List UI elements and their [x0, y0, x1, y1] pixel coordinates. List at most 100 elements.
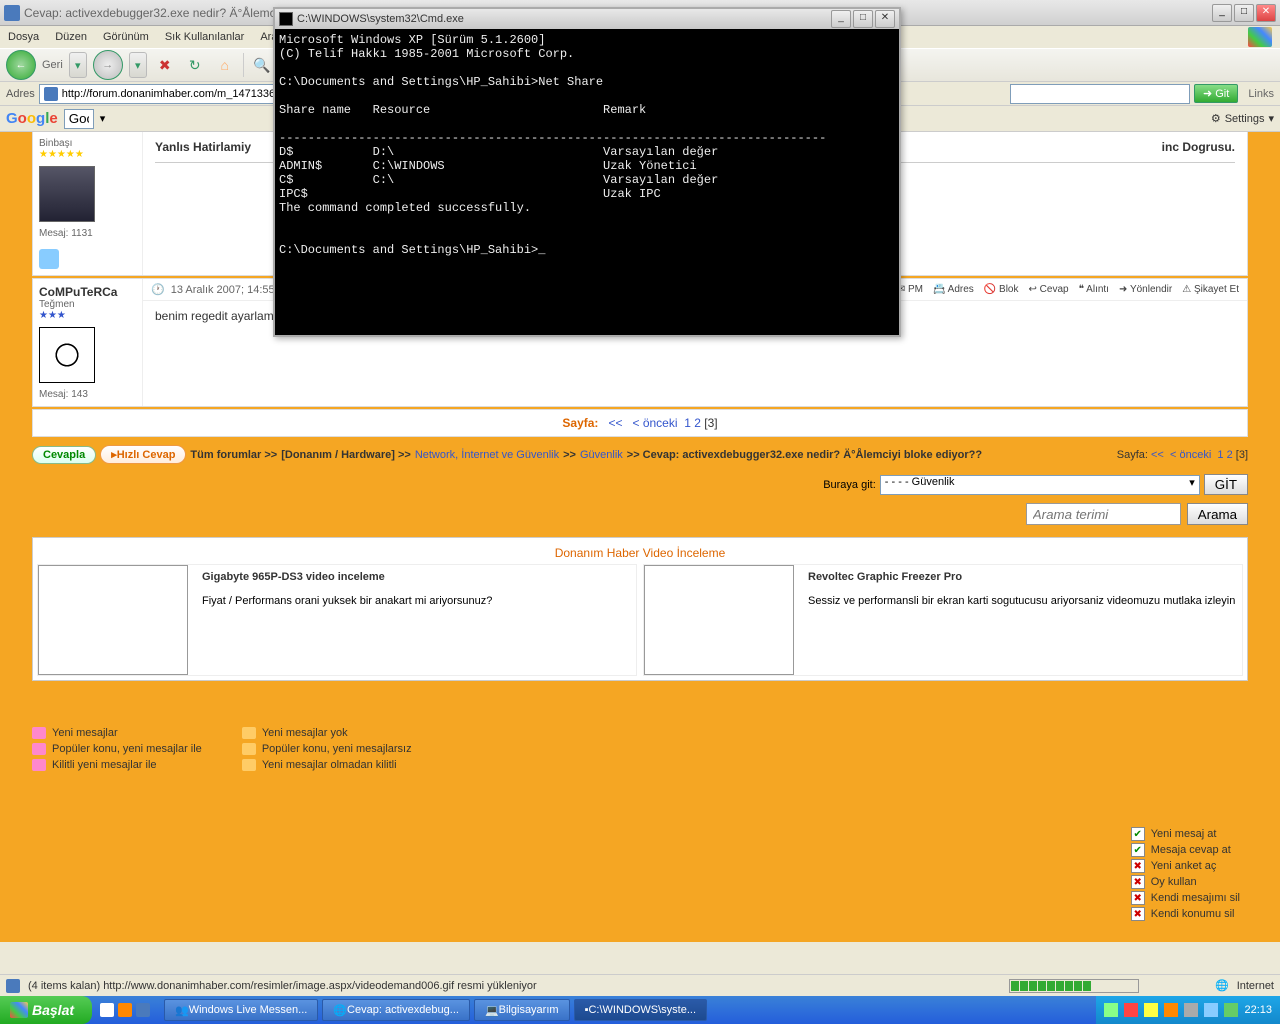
x-icon: ✖	[1131, 859, 1145, 873]
bc-hardware[interactable]: [Donanım / Hardware] >>	[281, 449, 411, 461]
status-bar: (4 items kalan) http://www.donanimhaber.…	[0, 974, 1280, 996]
tray-icon[interactable]	[1124, 1003, 1138, 1017]
menu-file[interactable]: Dosya	[8, 31, 39, 43]
settings-button[interactable]: ⚙ Settings ▾	[1211, 112, 1274, 125]
permissions-box: ✔Yeni mesaj at ✔Mesaja cevap at ✖Yeni an…	[1131, 826, 1240, 922]
links-label[interactable]: Links	[1248, 88, 1274, 100]
quick-reply-button[interactable]: ▸Hızlı Cevap	[100, 445, 186, 464]
cmd-title-text: C:\WINDOWS\system32\Cmd.exe	[297, 13, 831, 25]
x-icon: ✖	[1131, 891, 1145, 905]
legend-label: Kilitli yeni mesajlar ile	[52, 759, 157, 771]
windows-flag-icon	[10, 1002, 28, 1018]
search-row: Arama	[0, 499, 1280, 529]
quote-button[interactable]: ❝ Alıntı	[1079, 284, 1109, 295]
adres-button[interactable]: 📇 Adres	[933, 284, 974, 295]
pager-label: Sayfa:	[562, 416, 598, 430]
forward-button[interactable]: ➜ Yönlendir	[1119, 284, 1172, 295]
google-drop-icon[interactable]: ▾	[100, 112, 106, 125]
cmd-output[interactable]: Microsoft Windows XP [Sürüm 5.1.2600] (C…	[275, 29, 899, 335]
stop-icon[interactable]: ✖	[153, 53, 177, 77]
taskbar-item-cmd[interactable]: ▪ C:\WINDOWS\syste...	[574, 999, 707, 1021]
taskbar-item-ie[interactable]: 🌐 Cevap: activexdebug...	[322, 999, 470, 1021]
pager-first-2[interactable]: <<	[1151, 449, 1164, 461]
tray-icon[interactable]	[1104, 1003, 1118, 1017]
user-rank: Binbaşı	[39, 138, 136, 149]
back-dropdown[interactable]: ▾	[69, 52, 87, 78]
clock[interactable]: 22:13	[1244, 1004, 1272, 1016]
menu-favorites[interactable]: Sık Kullanılanlar	[165, 31, 245, 43]
quicklaunch-icon[interactable]	[100, 1003, 114, 1017]
legend: Yeni mesajlar Popüler konu, yeni mesajla…	[0, 721, 1280, 777]
quicklaunch-icon[interactable]	[118, 1003, 132, 1017]
report-button[interactable]: ⚠ Şikayet Et	[1182, 284, 1239, 295]
video-item-title: Gigabyte 965P-DS3 video inceleme	[202, 571, 630, 583]
google-prefix[interactable]	[64, 109, 94, 129]
maximize-button[interactable]: □	[1234, 4, 1254, 22]
cmd-close-button[interactable]: ✕	[875, 10, 895, 28]
pager-page-2[interactable]: 2	[694, 416, 701, 430]
quicklaunch-icon[interactable]	[136, 1003, 150, 1017]
legend-label: Popüler konu, yeni mesajlar ile	[52, 743, 202, 755]
goto-select[interactable]: - - - - Güvenlik▾	[880, 475, 1200, 495]
video-thumb	[644, 565, 794, 675]
pager-page-1[interactable]: 1	[684, 416, 691, 430]
post-text-left: Yanlıs Hatirlamiy	[155, 140, 251, 154]
tray-volume-icon[interactable]	[1184, 1003, 1198, 1017]
goto-button[interactable]: GİT	[1204, 474, 1248, 495]
tray-icon[interactable]	[1224, 1003, 1238, 1017]
post-text-right: inc Dogrusu.	[1162, 140, 1235, 154]
video-item[interactable]: Revoltec Graphic Freezer Pro Sessiz ve p…	[643, 564, 1243, 676]
block-button[interactable]: 🚫 Blok	[984, 284, 1019, 295]
pager-first[interactable]: <<	[608, 416, 622, 430]
bc-network[interactable]: Network, İnternet ve Güvenlik	[415, 449, 559, 461]
cmd-window[interactable]: C:\WINDOWS\system32\Cmd.exe _ □ ✕ Micros…	[273, 7, 901, 337]
cmd-minimize-button[interactable]: _	[831, 10, 851, 28]
tray-icon[interactable]	[1164, 1003, 1178, 1017]
folder-icon	[242, 727, 256, 739]
cmd-titlebar[interactable]: C:\WINDOWS\system32\Cmd.exe _ □ ✕	[275, 9, 899, 29]
address-dropdown[interactable]	[1010, 84, 1190, 104]
pager2-2[interactable]: 2	[1227, 449, 1233, 461]
search-input[interactable]	[1026, 503, 1181, 525]
forward-button[interactable]: →	[93, 50, 123, 80]
legend-label: Yeni mesajlar olmadan kilitli	[262, 759, 397, 771]
tray-icon[interactable]	[1204, 1003, 1218, 1017]
forward-dropdown[interactable]: ▾	[129, 52, 147, 78]
post-user-panel: CoMPuTeRCa Teğmen ★★★ Mesaj: 143	[33, 279, 143, 406]
breadcrumb: Cevapla ▸Hızlı Cevap Tüm forumlar >> [Do…	[0, 439, 1280, 470]
bc-all[interactable]: Tüm forumlar >>	[190, 449, 277, 461]
user-name[interactable]: CoMPuTeRCa	[39, 285, 136, 299]
video-item[interactable]: Gigabyte 965P-DS3 video inceleme Fiyat /…	[37, 564, 637, 676]
close-button[interactable]: ✕	[1256, 4, 1276, 22]
pager-label-2: Sayfa:	[1117, 449, 1148, 461]
pager-prev-2[interactable]: < önceki	[1170, 449, 1211, 461]
menu-view[interactable]: Görünüm	[103, 31, 149, 43]
back-label: Geri	[42, 59, 63, 71]
legend-label: Popüler konu, yeni mesajlarsız	[262, 743, 412, 755]
search-icon[interactable]: 🔍	[250, 53, 274, 77]
tray-icon[interactable]	[1144, 1003, 1158, 1017]
taskbar-item-msn[interactable]: 👥 Windows Live Messen...	[164, 999, 318, 1021]
windows-logo-icon	[1248, 27, 1272, 47]
pager-prev[interactable]: < önceki	[632, 416, 677, 430]
taskbar: Başlat 👥 Windows Live Messen... 🌐 Cevap:…	[0, 996, 1280, 1024]
home-icon[interactable]: ⌂	[213, 53, 237, 77]
check-icon: ✔	[1131, 827, 1145, 841]
taskbar-item-explorer[interactable]: 💻 Bilgisayarım	[474, 999, 570, 1021]
monitor-icon	[39, 249, 59, 269]
menu-edit[interactable]: Düzen	[55, 31, 87, 43]
search-button[interactable]: Arama	[1187, 503, 1248, 525]
start-button[interactable]: Başlat	[0, 996, 92, 1024]
go-button[interactable]: ➜ Git	[1194, 84, 1238, 103]
pager2-1[interactable]: 1	[1217, 449, 1223, 461]
reply-button[interactable]: Cevapla	[32, 446, 96, 464]
msg-count: Mesaj: 1131	[39, 228, 136, 239]
video-thumb	[38, 565, 188, 675]
back-button[interactable]: ←	[6, 50, 36, 80]
reply-button[interactable]: ↩ Cevap	[1028, 284, 1068, 295]
bc-security[interactable]: Güvenlik	[580, 449, 623, 461]
minimize-button[interactable]: _	[1212, 4, 1232, 22]
cmd-maximize-button[interactable]: □	[853, 10, 873, 28]
video-item-desc: Fiyat / Performans orani yuksek bir anak…	[202, 595, 630, 607]
refresh-icon[interactable]: ↻	[183, 53, 207, 77]
